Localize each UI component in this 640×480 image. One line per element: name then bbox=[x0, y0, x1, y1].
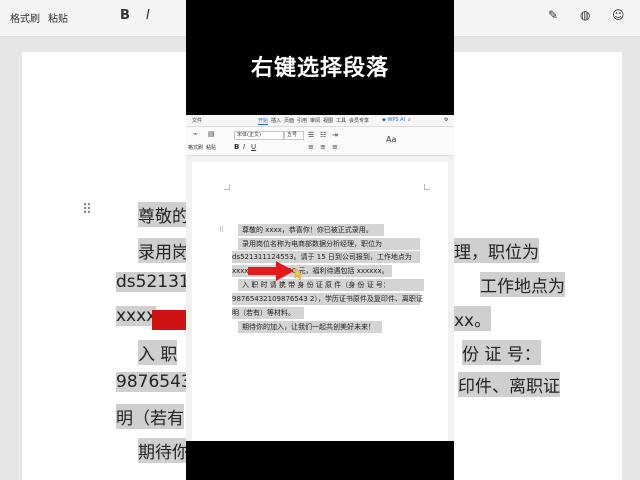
tab-references[interactable]: 引用 bbox=[297, 117, 307, 124]
tab-review[interactable]: 审阅 bbox=[310, 117, 320, 124]
font-size-select[interactable]: 五号 bbox=[284, 131, 304, 140]
page-corner-mark-left bbox=[224, 184, 230, 190]
bg-line-2: 录用岗 bbox=[138, 238, 189, 263]
tab-view[interactable]: 视图 bbox=[323, 117, 333, 124]
wps-ai-label: WPS AI bbox=[387, 117, 406, 123]
format-painter-icon[interactable]: ⌁ bbox=[193, 130, 197, 138]
doc-line-6[interactable]: 98765432109876543 2），学历证书原件及复印件、离职证 bbox=[232, 293, 423, 305]
paragraph-drag-handle-icon[interactable]: ⠿ bbox=[219, 226, 224, 234]
page-corner-mark-right bbox=[424, 184, 430, 190]
align-left-icon[interactable]: ≡ bbox=[308, 143, 314, 151]
tab-tools[interactable]: 工具 bbox=[336, 117, 346, 124]
wps-ai-button[interactable]: ◆ WPS AI bbox=[382, 117, 405, 123]
bg-line-11: 印件、离职证 bbox=[458, 372, 560, 397]
tab-home[interactable]: 开始 bbox=[258, 117, 269, 125]
doc-line-1[interactable]: 尊敬的 xxxx，恭喜你！你已被正式录用。 bbox=[238, 224, 384, 236]
document-page: ⠿ 尊敬的 xxxx，恭喜你！你已被正式录用。 录用岗位名称为电商部数据分析经理… bbox=[192, 162, 448, 441]
bg-line-13: 期待你 bbox=[138, 438, 189, 463]
bg-line-10: 9876543 bbox=[116, 372, 192, 392]
bg-paint-icon: ✎ bbox=[548, 8, 559, 22]
bg-line-1: 尊敬的 bbox=[138, 202, 189, 227]
bg-line-3: 理，职位为 bbox=[454, 238, 539, 263]
ribbon-tab-bar: 文件 开始 插入 页面 引用 审阅 视图 工具 会员专享 ◆ WPS AI ⌕ … bbox=[186, 115, 454, 127]
red-arrow-icon bbox=[248, 261, 294, 281]
font-name-select[interactable]: 宋体(正文) bbox=[234, 131, 284, 140]
bg-line-7: xx。 bbox=[454, 306, 492, 331]
wps-ai-icon: ◆ bbox=[382, 117, 386, 123]
tab-page[interactable]: 页面 bbox=[284, 117, 294, 124]
paste-label[interactable]: 粘贴 bbox=[206, 144, 216, 151]
bg-bold-label: B bbox=[120, 8, 130, 23]
italic-button[interactable]: I bbox=[243, 143, 245, 151]
bg-line-12: 明（若有 bbox=[116, 404, 184, 429]
bg-paste-label: 粘贴 bbox=[48, 14, 68, 25]
video-panel: 右键选择段落 文件 开始 插入 页面 引用 审阅 视图 工具 会员专享 ◆ WP… bbox=[186, 0, 454, 480]
bg-format-painter-label: 格式刷 bbox=[10, 14, 40, 25]
ribbon-toolbar: ⌁ 格式刷 ▤ 粘贴 宋体(正文) 五号 B I U ☰ ☷ ⇥ ≡ ≡ ≡ A… bbox=[186, 127, 454, 156]
align-right-icon[interactable]: ≡ bbox=[332, 143, 338, 151]
bold-button[interactable]: B bbox=[234, 143, 239, 151]
paste-icon[interactable]: ▤ bbox=[208, 130, 215, 138]
bg-shape-icon: ◍ bbox=[580, 8, 591, 22]
doc-line-7[interactable]: 明（若有）等材料。 bbox=[232, 307, 304, 319]
numbered-list-icon[interactable]: ☷ bbox=[320, 131, 326, 139]
tab-insert[interactable]: 插入 bbox=[271, 117, 281, 124]
bg-line-6: xxxx bbox=[116, 306, 157, 326]
doc-line-8[interactable]: 期待你的加入，让我们一起共创美好未来！ bbox=[238, 321, 382, 333]
bg-line-5: 工作地点为 bbox=[480, 272, 565, 297]
indent-icon[interactable]: ⇥ bbox=[332, 131, 338, 139]
styles-icon[interactable]: Aa bbox=[386, 135, 396, 144]
settings-icon[interactable]: ⚙ bbox=[444, 117, 448, 123]
bg-emoji-icon: ☺ bbox=[612, 8, 625, 22]
format-painter-label[interactable]: 格式刷 bbox=[188, 144, 203, 151]
doc-line-2[interactable]: 录用岗位名称为电商部数据分析经理，职位为 bbox=[238, 238, 420, 250]
underline-button[interactable]: U bbox=[251, 143, 256, 151]
align-center-icon[interactable]: ≡ bbox=[320, 143, 326, 151]
bg-red-arrow-fragment bbox=[152, 310, 188, 330]
bg-italic-label: I bbox=[146, 8, 150, 23]
bullet-list-icon[interactable]: ☰ bbox=[308, 131, 314, 139]
search-icon[interactable]: ⌕ bbox=[408, 117, 411, 123]
mouse-cursor-icon bbox=[294, 268, 302, 280]
bg-line-8: 入 职 bbox=[138, 340, 178, 365]
tab-file[interactable]: 文件 bbox=[192, 117, 202, 124]
caption-title: 右键选择段落 bbox=[250, 56, 389, 81]
bg-drag-handle-icon: ⠿ bbox=[82, 202, 93, 218]
app-window: 文件 开始 插入 页面 引用 审阅 视图 工具 会员专享 ◆ WPS AI ⌕ … bbox=[186, 115, 454, 441]
tab-membership[interactable]: 会员专享 bbox=[349, 117, 369, 124]
bg-line-9: 份 证 号： bbox=[462, 340, 541, 365]
